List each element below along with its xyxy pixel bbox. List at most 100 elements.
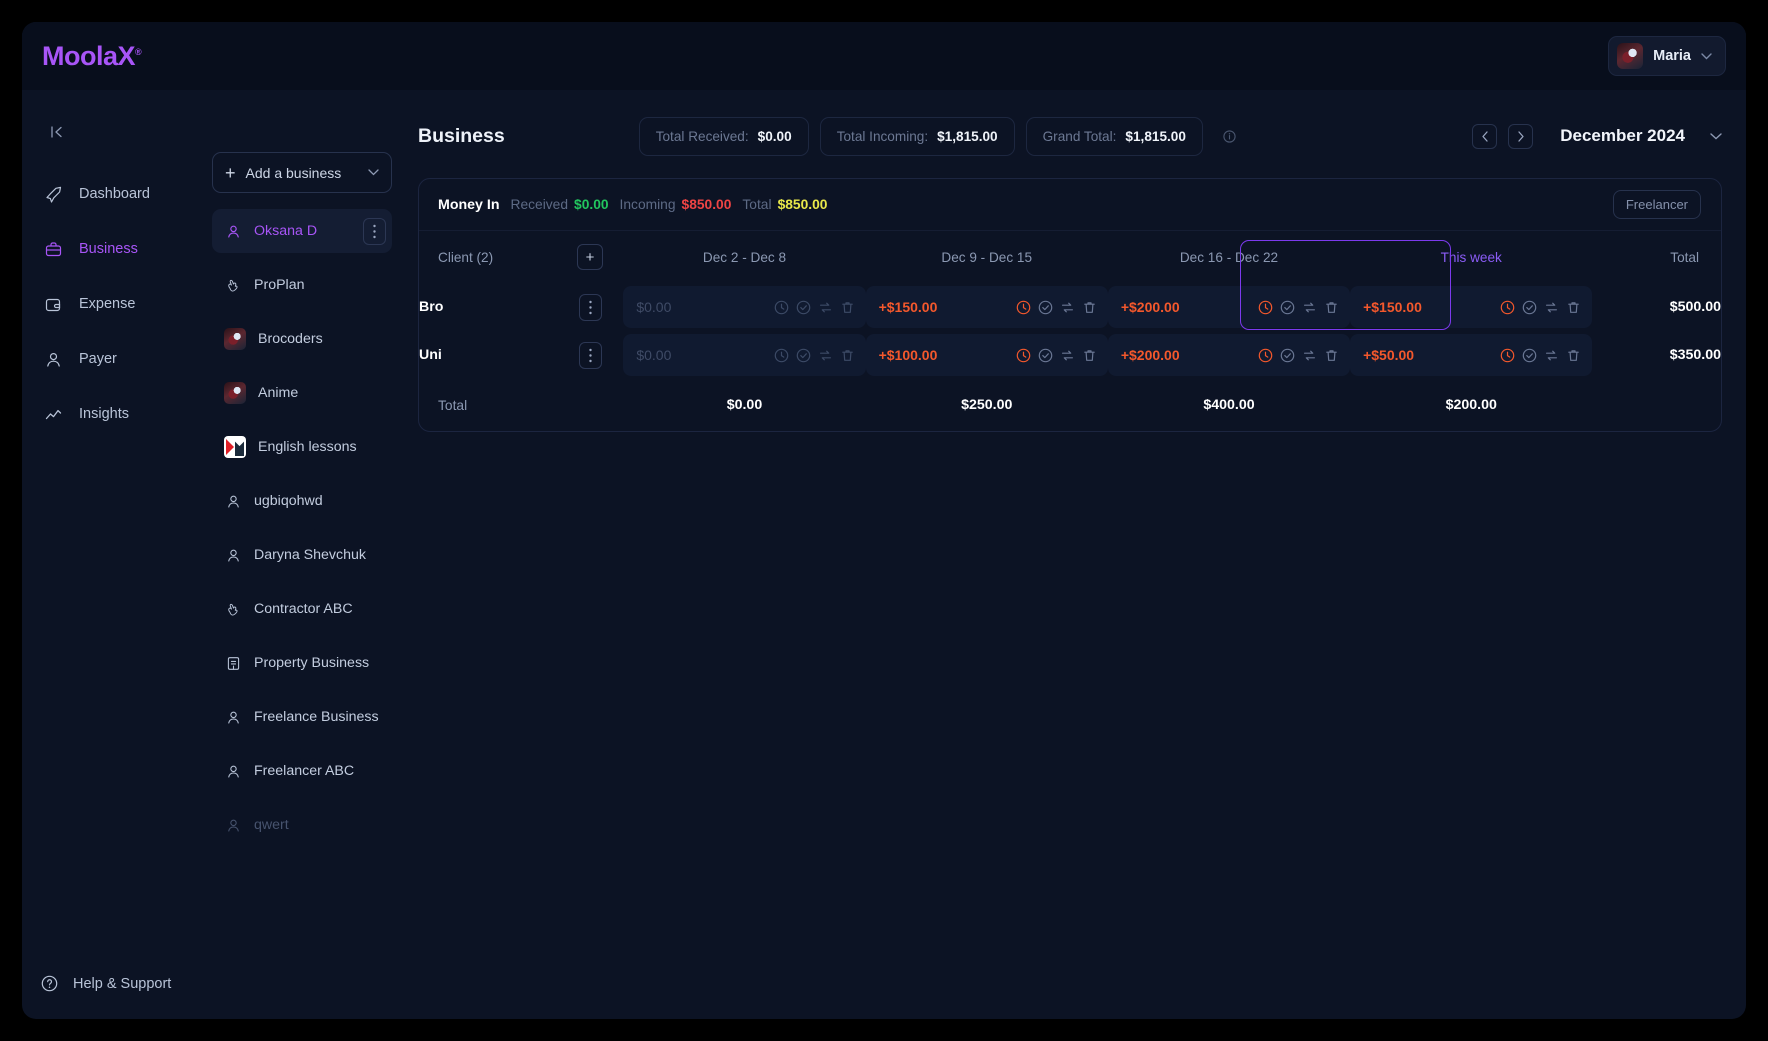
trash-icon[interactable] xyxy=(1324,348,1339,363)
user-icon xyxy=(224,762,242,780)
amount-cell[interactable]: +$150.00 xyxy=(865,283,1108,331)
amount-cell[interactable]: $0.00 xyxy=(623,283,866,331)
sidebar-item-expense[interactable]: Expense xyxy=(22,284,194,324)
business-item-label: Property Business xyxy=(254,654,370,671)
money-in-card: Money In Received $0.00 Incoming $850.00… xyxy=(418,178,1722,432)
page-title: Business xyxy=(418,124,505,147)
repeat-icon[interactable] xyxy=(1544,348,1559,363)
chevron-down-icon xyxy=(368,169,379,176)
repeat-icon[interactable] xyxy=(1060,348,1075,363)
clock-icon[interactable] xyxy=(1258,300,1273,315)
check-circle-icon[interactable] xyxy=(796,300,811,315)
check-circle-icon[interactable] xyxy=(1522,300,1537,315)
repeat-icon[interactable] xyxy=(1544,300,1559,315)
trash-icon[interactable] xyxy=(1082,348,1097,363)
business-item-anime[interactable]: Anime xyxy=(212,371,392,415)
sidebar-item-dashboard[interactable]: Dashboard xyxy=(22,174,194,214)
money-in-incoming: Incoming $850.00 xyxy=(620,197,732,212)
status-badge[interactable]: Freelancer xyxy=(1612,190,1701,219)
client-name: Uni xyxy=(419,347,442,363)
business-item-label: Contractor ABC xyxy=(254,600,353,617)
amount-cell-current-week[interactable]: +$150.00 xyxy=(1350,283,1593,331)
business-item-english-lessons[interactable]: English lessons xyxy=(212,425,392,469)
business-item-label: Freelancer ABC xyxy=(254,762,355,779)
trash-icon[interactable] xyxy=(1566,348,1581,363)
footer-total-week-3: $400.00 xyxy=(1203,397,1255,413)
app-body: Dashboard Business Expense Payer Insight… xyxy=(22,90,1746,1019)
business-item-label: qwert xyxy=(254,816,289,833)
info-icon[interactable] xyxy=(1223,129,1236,143)
amount-value: $0.00 xyxy=(636,299,672,315)
row-menu-button[interactable] xyxy=(578,341,602,369)
business-item-label: Oksana D xyxy=(254,222,318,239)
check-circle-icon[interactable] xyxy=(1038,348,1053,363)
add-business-button[interactable]: + Add a business xyxy=(212,152,392,193)
amount-cell[interactable]: +$100.00 xyxy=(865,331,1108,379)
trash-icon[interactable] xyxy=(1566,300,1581,315)
repeat-icon[interactable] xyxy=(818,300,833,315)
previous-month-button[interactable] xyxy=(1472,123,1498,149)
clock-icon[interactable] xyxy=(1500,300,1515,315)
repeat-icon[interactable] xyxy=(1302,300,1317,315)
wallet-icon xyxy=(44,295,63,314)
chevron-down-icon[interactable] xyxy=(1710,132,1722,140)
amount-cell-current-week[interactable]: +$50.00 xyxy=(1350,331,1593,379)
business-item-freelance-business[interactable]: Freelance Business xyxy=(212,695,392,739)
trash-icon[interactable] xyxy=(840,348,855,363)
clock-icon[interactable] xyxy=(774,348,789,363)
business-item-ugbiqohwd[interactable]: ugbiqohwd xyxy=(212,479,392,523)
business-item-brocoders[interactable]: Brocoders xyxy=(212,317,392,361)
sidebar-item-label: Insights xyxy=(79,406,129,422)
business-item-daryna-shevchuk[interactable]: Daryna Shevchuk xyxy=(212,533,392,577)
user-icon xyxy=(224,816,242,834)
clock-icon[interactable] xyxy=(1016,348,1031,363)
clock-icon[interactable] xyxy=(1258,348,1273,363)
clock-icon[interactable] xyxy=(1016,300,1031,315)
repeat-icon[interactable] xyxy=(818,348,833,363)
clock-icon[interactable] xyxy=(1500,348,1515,363)
business-item-proplan[interactable]: ProPlan xyxy=(212,263,392,307)
business-item-qwert[interactable]: qwert xyxy=(212,803,392,847)
help-and-support-button[interactable]: Help & Support xyxy=(22,974,194,1019)
hand-icon xyxy=(224,276,242,294)
business-item-contractor-abc[interactable]: Contractor ABC xyxy=(212,587,392,631)
business-item-menu-button[interactable] xyxy=(363,217,386,245)
clock-icon[interactable] xyxy=(774,300,789,315)
amount-cell[interactable]: $0.00 xyxy=(623,331,866,379)
check-circle-icon[interactable] xyxy=(1038,300,1053,315)
check-circle-icon[interactable] xyxy=(796,348,811,363)
check-circle-icon[interactable] xyxy=(1522,348,1537,363)
amount-cell[interactable]: +$200.00 xyxy=(1107,331,1351,379)
business-item-freelancer-abc[interactable]: Freelancer ABC xyxy=(212,749,392,793)
check-circle-icon[interactable] xyxy=(1280,348,1295,363)
trash-icon[interactable] xyxy=(1324,300,1339,315)
app-window: MoolaX® Maria Dashboard Business Expense… xyxy=(22,22,1746,1019)
row-menu-cell xyxy=(557,283,624,331)
sidebar-item-insights[interactable]: Insights xyxy=(22,394,194,434)
trash-icon[interactable] xyxy=(840,300,855,315)
business-item-label: Brocoders xyxy=(258,330,323,347)
sidebar-item-label: Expense xyxy=(79,296,136,312)
incoming-value: $850.00 xyxy=(681,197,732,212)
sidebar-item-label: Dashboard xyxy=(79,186,150,202)
amount-value: +$50.00 xyxy=(1363,347,1415,363)
business-item-property-business[interactable]: Property Business xyxy=(212,641,392,685)
check-circle-icon[interactable] xyxy=(1280,300,1295,315)
row-menu-button[interactable] xyxy=(578,293,602,321)
amount-cell[interactable]: +$200.00 xyxy=(1107,283,1351,331)
next-month-button[interactable] xyxy=(1508,123,1534,149)
row-menu-cell xyxy=(557,331,624,379)
main-header: Business Total Received: $0.00 Total Inc… xyxy=(418,90,1722,156)
add-client-button[interactable]: + xyxy=(577,244,604,270)
footer-total-week-1: $0.00 xyxy=(726,397,763,413)
business-item-label: ProPlan xyxy=(254,276,305,293)
trash-icon[interactable] xyxy=(1082,300,1097,315)
business-item-oksana-d[interactable]: Oksana D xyxy=(212,209,392,253)
repeat-icon[interactable] xyxy=(1302,348,1317,363)
user-menu-button[interactable]: Maria xyxy=(1608,36,1726,76)
collapse-sidebar-button[interactable] xyxy=(42,118,70,146)
app-logo[interactable]: MoolaX® xyxy=(40,41,142,72)
sidebar-item-business[interactable]: Business xyxy=(22,229,194,269)
sidebar-item-payer[interactable]: Payer xyxy=(22,339,194,379)
repeat-icon[interactable] xyxy=(1060,300,1075,315)
